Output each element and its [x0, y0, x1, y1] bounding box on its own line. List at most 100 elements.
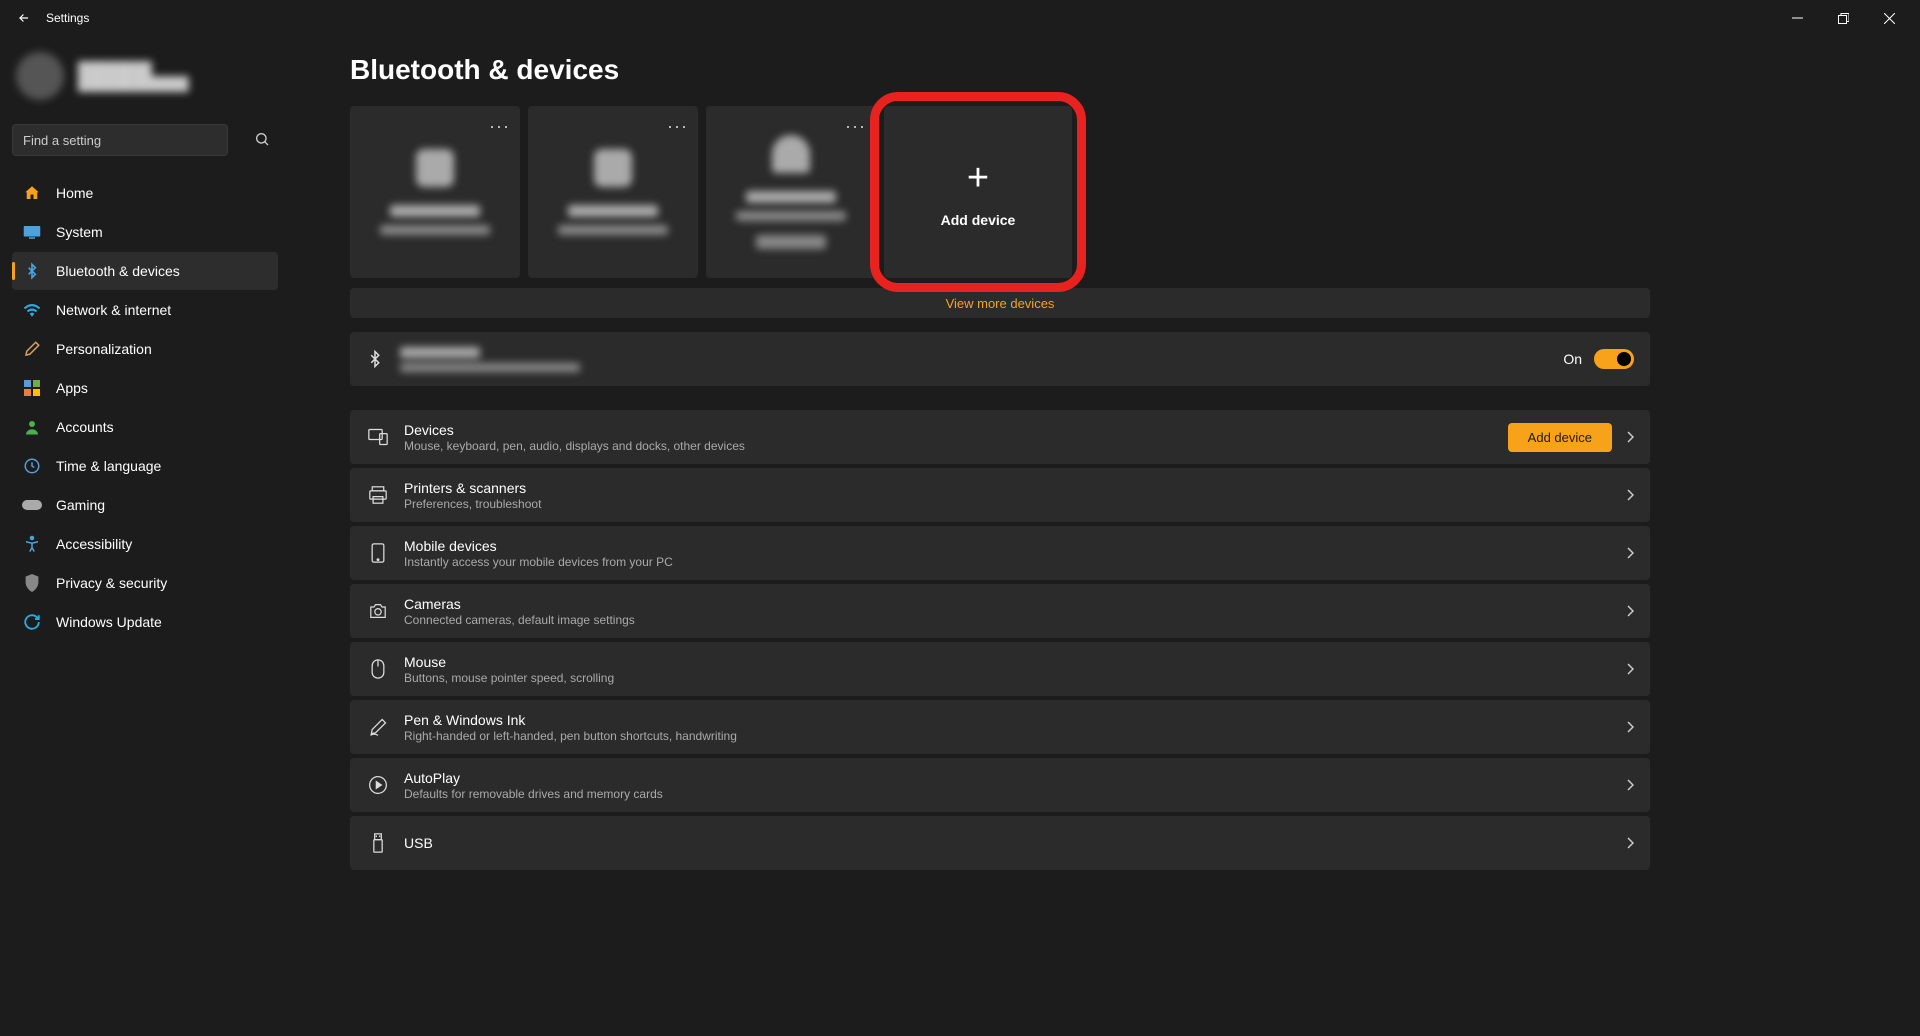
settings-item-subtitle: Defaults for removable drives and memory…	[404, 787, 663, 801]
settings-item-title: USB	[404, 835, 433, 851]
accounts-icon	[22, 417, 42, 437]
bluetooth-icon	[22, 261, 42, 281]
network-icon	[22, 300, 42, 320]
page-title: Bluetooth & devices	[350, 54, 1650, 86]
close-icon	[1884, 13, 1895, 24]
settings-item-mouse[interactable]: MouseButtons, mouse pointer speed, scrol…	[350, 642, 1650, 696]
bluetooth-toggle[interactable]	[1594, 349, 1634, 369]
nav-item-gaming[interactable]: Gaming	[12, 486, 278, 524]
devices-icon	[366, 428, 390, 446]
nav-item-apps[interactable]: Apps	[12, 369, 278, 407]
mobile-icon	[366, 543, 390, 563]
pen-icon	[366, 717, 390, 737]
bluetooth-toggle-row: On	[350, 332, 1650, 386]
settings-item-title: Pen & Windows Ink	[404, 712, 737, 728]
nav-item-network[interactable]: Network & internet	[12, 291, 278, 329]
profile-section[interactable]: ████████ ████████████	[12, 44, 278, 120]
settings-item-subtitle: Connected cameras, default image setting…	[404, 613, 635, 627]
settings-item-mobile[interactable]: Mobile devicesInstantly access your mobi…	[350, 526, 1650, 580]
search-icon	[254, 131, 270, 147]
chevron-right-icon	[1626, 663, 1634, 675]
avatar	[16, 52, 64, 100]
home-icon	[22, 183, 42, 203]
nav-label: Time & language	[56, 458, 161, 474]
settings-item-cameras[interactable]: CamerasConnected cameras, default image …	[350, 584, 1650, 638]
chevron-right-icon	[1626, 547, 1634, 559]
nav-label: Network & internet	[56, 302, 171, 318]
settings-item-title: AutoPlay	[404, 770, 663, 786]
more-icon[interactable]: ···	[667, 116, 688, 137]
nav-item-accounts[interactable]: Accounts	[12, 408, 278, 446]
settings-item-autoplay[interactable]: AutoPlayDefaults for removable drives an…	[350, 758, 1650, 812]
nav-label: Gaming	[56, 497, 105, 513]
nav-item-update[interactable]: Windows Update	[12, 603, 278, 641]
add-device-button[interactable]: Add device	[1508, 423, 1612, 452]
close-button[interactable]	[1866, 2, 1912, 34]
update-icon	[22, 612, 42, 632]
minimize-button[interactable]	[1774, 2, 1820, 34]
chevron-right-icon	[1626, 779, 1634, 791]
nav-list: Home System Bluetooth & devices Network & i…	[12, 174, 278, 641]
settings-item-printers[interactable]: Printers & scannersPreferences, troubles…	[350, 468, 1650, 522]
privacy-icon	[22, 573, 42, 593]
settings-item-title: Cameras	[404, 596, 635, 612]
settings-item-title: Mobile devices	[404, 538, 673, 554]
accessibility-icon	[22, 534, 42, 554]
system-icon	[22, 222, 42, 242]
settings-list: DevicesMouse, keyboard, pen, audio, disp…	[350, 410, 1650, 870]
nav-label: Apps	[56, 380, 88, 396]
bluetooth-name	[400, 347, 580, 372]
device-card-2[interactable]: ···	[528, 106, 698, 278]
mouse-icon	[366, 659, 390, 679]
usb-icon	[366, 833, 390, 853]
nav-item-accessibility[interactable]: Accessibility	[12, 525, 278, 563]
settings-item-usb[interactable]: USB	[350, 816, 1650, 870]
minimize-icon	[1792, 13, 1803, 24]
apps-icon	[22, 378, 42, 398]
settings-item-subtitle: Right-handed or left-handed, pen button …	[404, 729, 737, 743]
maximize-button[interactable]	[1820, 2, 1866, 34]
titlebar: Settings	[0, 0, 1920, 36]
settings-item-title: Printers & scanners	[404, 480, 541, 496]
bluetooth-status-label: On	[1563, 351, 1582, 367]
settings-item-subtitle: Buttons, mouse pointer speed, scrolling	[404, 671, 614, 685]
main-content: Bluetooth & devices ··· ··· ··· + Add de…	[290, 36, 1920, 1036]
nav-label: Accounts	[56, 419, 114, 435]
window-title: Settings	[46, 11, 89, 25]
settings-item-pen[interactable]: Pen & Windows InkRight-handed or left-ha…	[350, 700, 1650, 754]
nav-item-privacy[interactable]: Privacy & security	[12, 564, 278, 602]
settings-item-title: Devices	[404, 422, 745, 438]
nav-label: System	[56, 224, 103, 240]
back-button[interactable]	[8, 2, 40, 34]
arrow-left-icon	[17, 11, 31, 25]
nav-item-bluetooth[interactable]: Bluetooth & devices	[12, 252, 278, 290]
time-icon	[22, 456, 42, 476]
nav-item-time[interactable]: Time & language	[12, 447, 278, 485]
more-icon[interactable]: ···	[489, 116, 510, 137]
profile-text: ████████ ████████████	[78, 61, 189, 91]
more-icon[interactable]: ···	[845, 116, 866, 137]
chevron-right-icon	[1626, 721, 1634, 733]
chevron-right-icon	[1626, 605, 1634, 617]
nav-label: Privacy & security	[56, 575, 167, 591]
nav-item-home[interactable]: Home	[12, 174, 278, 212]
nav-item-personalization[interactable]: Personalization	[12, 330, 278, 368]
view-more-link[interactable]: View more devices	[350, 288, 1650, 318]
sidebar: ████████ ████████████ Home System Bluetoot…	[0, 36, 290, 1036]
settings-item-title: Mouse	[404, 654, 614, 670]
add-device-card[interactable]: + Add device	[884, 106, 1072, 278]
nav-label: Bluetooth & devices	[56, 263, 180, 279]
nav-label: Windows Update	[56, 614, 162, 630]
add-device-label: Add device	[941, 212, 1016, 228]
maximize-icon	[1838, 13, 1849, 24]
device-card-1[interactable]: ···	[350, 106, 520, 278]
search-input[interactable]	[12, 124, 228, 156]
settings-item-devices[interactable]: DevicesMouse, keyboard, pen, audio, disp…	[350, 410, 1650, 464]
device-cards-row: ··· ··· ··· + Add device	[350, 106, 1650, 278]
device-card-3[interactable]: ···	[706, 106, 876, 278]
printers-icon	[366, 486, 390, 504]
autoplay-icon	[366, 775, 390, 795]
bluetooth-icon	[366, 348, 388, 370]
nav-item-system[interactable]: System	[12, 213, 278, 251]
plus-icon: +	[967, 157, 989, 200]
